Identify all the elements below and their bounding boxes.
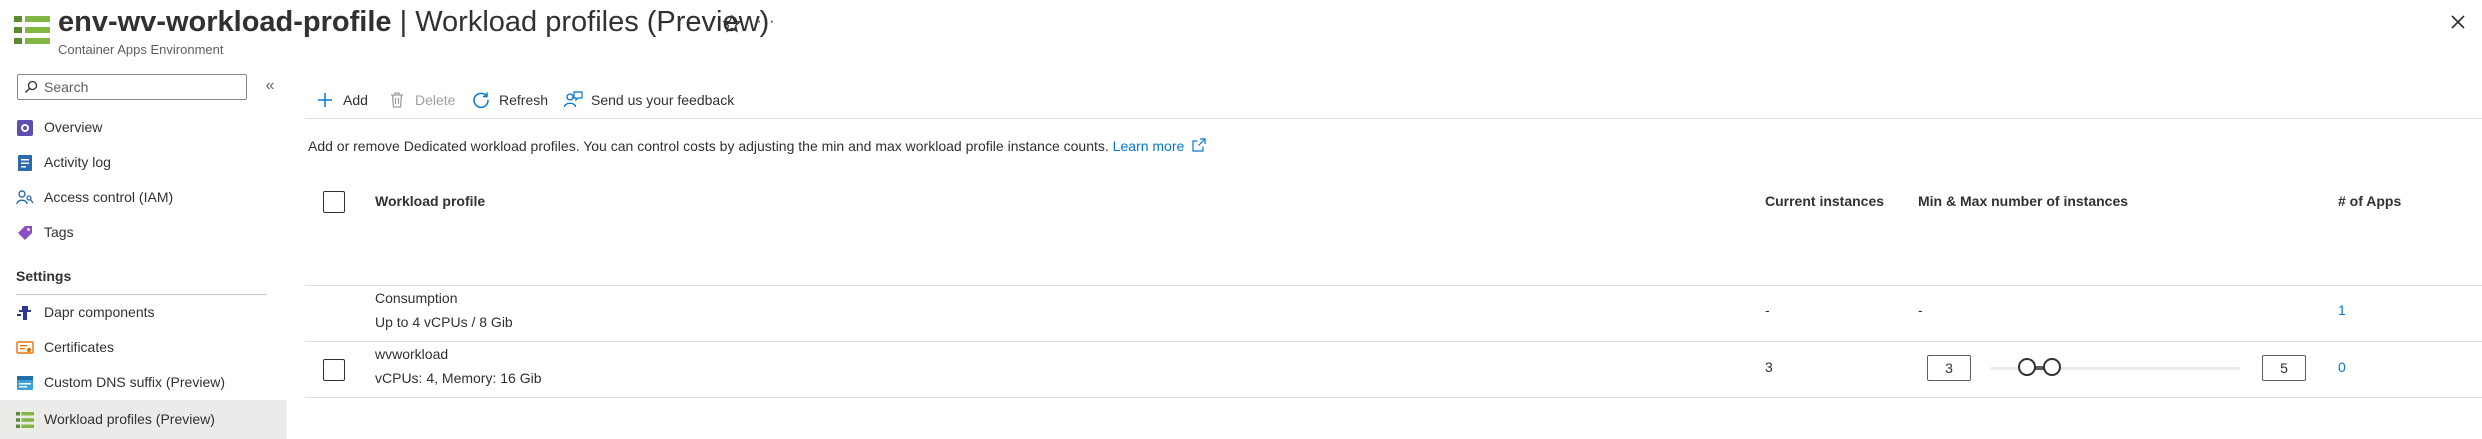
row-select-checkbox[interactable]: [323, 359, 345, 381]
send-feedback-label: Send us your feedback: [591, 92, 735, 108]
current-instances-value: -: [1765, 302, 1770, 318]
app-count-link[interactable]: 0: [2338, 359, 2346, 375]
delete-label: Delete: [415, 92, 456, 108]
page-header: env-wv-workload-profile | Workload profi…: [0, 0, 2482, 62]
refresh-icon: [473, 92, 489, 109]
page-description: Add or remove Dedicated workload profile…: [308, 138, 1206, 154]
sidebar-item-label: Workload profiles (Preview): [44, 411, 215, 427]
collapse-menu-button[interactable]: «: [260, 76, 280, 96]
resource-menu-sidebar: « Overview Activity log Access control (…: [0, 62, 287, 439]
column-header-workload-profile: Workload profile: [375, 193, 486, 209]
overview-icon: [17, 120, 33, 136]
search-icon: [25, 80, 38, 93]
sidebar-item-label: Custom DNS suffix (Preview): [44, 374, 226, 390]
dns-icon: [17, 376, 33, 390]
sidebar-item-dapr-components[interactable]: Dapr components: [0, 295, 287, 329]
command-bar: Add Delete Refresh Send us your feedback: [305, 82, 2482, 118]
app-count-link[interactable]: 1: [2338, 302, 2346, 318]
tag-icon: [18, 226, 32, 240]
sidebar-item-label: Certificates: [44, 339, 115, 355]
min-instances-input[interactable]: [1927, 355, 1971, 381]
sidebar-item-label: Dapr components: [44, 304, 155, 320]
menu-search-input[interactable]: [44, 77, 242, 97]
delete-button[interactable]: Delete: [387, 82, 455, 118]
learn-more-link[interactable]: Learn more: [1113, 138, 1206, 154]
profile-detail: Up to 4 vCPUs / 8 Gib: [375, 314, 513, 330]
profile-detail: vCPUs: 4, Memory: 16 Gib: [375, 370, 542, 386]
resource-name: env-wv-workload-profile: [58, 6, 392, 38]
dapr-icon: [17, 306, 31, 320]
description-text: Add or remove Dedicated workload profile…: [308, 138, 1113, 154]
title-separator: |: [391, 6, 416, 38]
workload-profiles-icon: [16, 412, 34, 428]
iam-icon: [16, 190, 34, 205]
page-title: env-wv-workload-profile | Workload profi…: [58, 6, 769, 39]
select-all-checkbox[interactable]: [323, 191, 345, 213]
sidebar-item-overview[interactable]: Overview: [0, 110, 287, 144]
activity-log-icon: [18, 155, 32, 171]
max-slider-thumb[interactable]: [2043, 358, 2061, 376]
row-divider: [305, 397, 2482, 398]
external-link-icon: [1192, 138, 1206, 152]
profile-name: Consumption: [375, 290, 458, 306]
main-content: Add Delete Refresh Send us your feedback…: [305, 62, 2482, 439]
sidebar-item-tags[interactable]: Tags: [0, 215, 287, 249]
sidebar-item-certificates[interactable]: Certificates: [0, 330, 287, 364]
page-name: Workload profiles (Preview): [415, 6, 770, 38]
sidebar-item-custom-dns-suffix[interactable]: Custom DNS suffix (Preview): [0, 365, 287, 399]
sidebar-item-label: Tags: [44, 224, 74, 240]
refresh-button[interactable]: Refresh: [471, 82, 548, 118]
sidebar-item-activity-log[interactable]: Activity log: [0, 145, 287, 179]
max-instances-input[interactable]: [2262, 355, 2306, 381]
sidebar-item-label: Overview: [44, 119, 103, 135]
favorite-star-icon[interactable]: [720, 12, 744, 36]
sidebar-item-workload-profiles[interactable]: Workload profiles (Preview): [0, 400, 287, 439]
column-header-current-instances: Current instances: [1765, 193, 1885, 209]
min-slider-thumb[interactable]: [2018, 358, 2036, 376]
toolbar-divider: [305, 118, 2482, 119]
current-instances-value: 3: [1765, 359, 1773, 375]
close-icon[interactable]: [2446, 10, 2470, 34]
certificate-icon: [16, 341, 34, 354]
profile-name: wvworkload: [375, 346, 449, 362]
more-options-button[interactable]: ···: [752, 10, 780, 34]
workload-profiles-icon: [14, 16, 50, 44]
plus-icon: [318, 93, 332, 107]
sidebar-item-label: Access control (IAM): [44, 189, 174, 205]
refresh-label: Refresh: [499, 92, 549, 108]
add-button[interactable]: Add: [315, 82, 368, 118]
feedback-icon: [563, 91, 583, 108]
sidebar-item-access-control[interactable]: Access control (IAM): [0, 180, 287, 214]
resource-type-subtitle: Container Apps Environment: [58, 42, 224, 57]
row-divider: [305, 341, 2482, 342]
sidebar-section-settings: Settings: [16, 268, 72, 284]
column-header-app-count: # of Apps: [2338, 193, 2402, 209]
add-label: Add: [343, 92, 368, 108]
menu-search-box[interactable]: [17, 74, 247, 100]
sidebar-item-label: Activity log: [44, 154, 111, 170]
learn-more-label: Learn more: [1112, 138, 1185, 154]
trash-icon: [391, 92, 403, 108]
column-header-min-max-instances: Min & Max number of instances: [1918, 193, 2129, 209]
row-divider: [305, 285, 2482, 286]
min-max-value: -: [1918, 302, 1923, 318]
send-feedback-button[interactable]: Send us your feedback: [563, 82, 734, 118]
